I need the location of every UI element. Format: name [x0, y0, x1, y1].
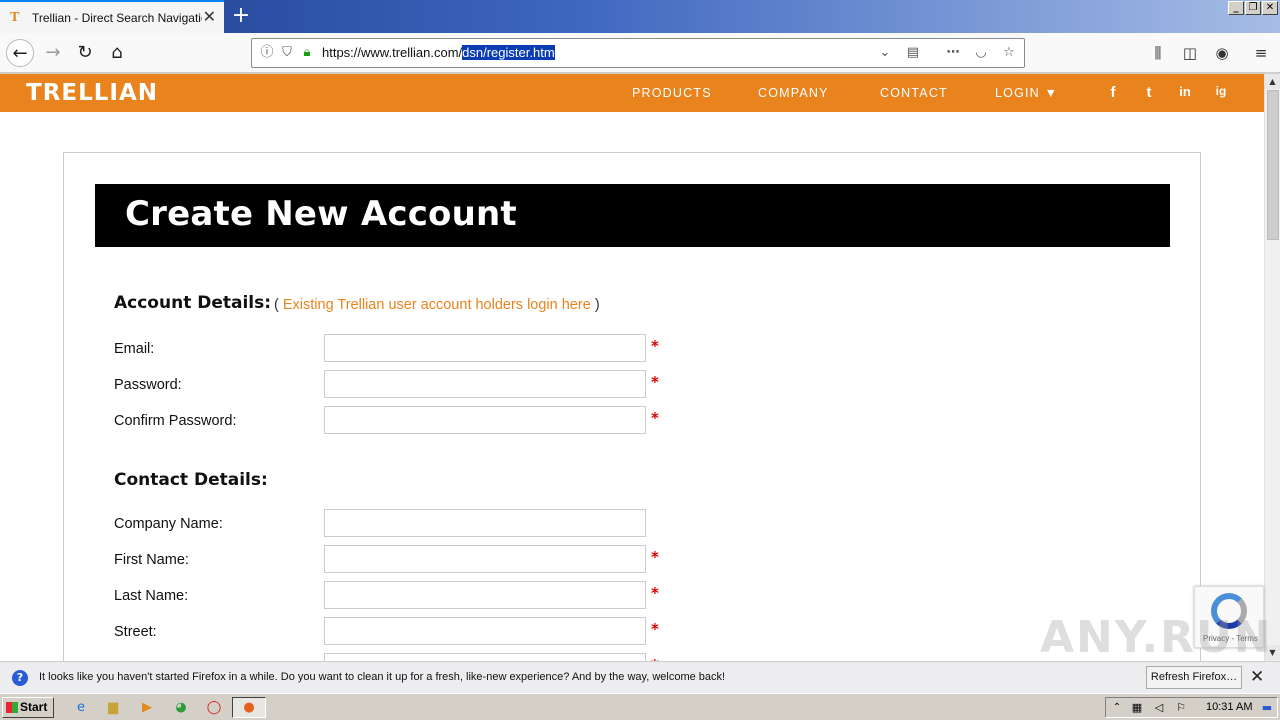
folder-icon[interactable]: ▆	[104, 699, 122, 717]
home-button[interactable]: ⌂	[103, 39, 131, 67]
trellian-favicon-icon: T	[10, 9, 20, 25]
required-marker: *	[651, 620, 659, 638]
trellian-logo[interactable]: TRELLIAN	[26, 80, 158, 106]
email-field[interactable]	[324, 334, 646, 362]
refresh-firefox-button[interactable]: Refresh Firefox…	[1146, 666, 1242, 689]
windows-flag-icon	[6, 702, 18, 713]
url-selected: dsn/register.htm	[462, 45, 555, 60]
required-marker: *	[651, 337, 659, 355]
tab-title: Trellian - Direct Search Navigation	[32, 10, 202, 25]
system-tray: ⌃ ▦ ◁ ⚐ 10:31 AM ▬	[1105, 697, 1278, 718]
nav-contact[interactable]: CONTACT	[880, 86, 948, 100]
info-icon[interactable]: ⓘ	[259, 45, 275, 61]
library-icon[interactable]: ⫼	[1148, 44, 1168, 62]
required-marker: *	[651, 548, 659, 566]
next-field[interactable]	[324, 653, 646, 661]
street-label: Street:	[114, 624, 157, 640]
close-tab-icon[interactable]: ✕	[203, 9, 216, 25]
ie-icon[interactable]: e	[72, 699, 90, 717]
confirm-password-label: Confirm Password:	[114, 413, 237, 429]
nav-products[interactable]: PRODUCTS	[632, 86, 712, 100]
bookmark-star-icon[interactable]: ☆	[1001, 45, 1017, 61]
linkedin-icon[interactable]: in	[1176, 84, 1194, 99]
volume-icon[interactable]: ◁	[1150, 699, 1168, 717]
lock-icon[interactable]: 🔒︎	[299, 45, 315, 61]
hamburger-menu-icon[interactable]: ≡	[1251, 44, 1271, 62]
existing-login-link[interactable]: Existing Trellian user account holders l…	[283, 297, 591, 313]
street-field[interactable]	[324, 617, 646, 645]
contact-details-heading: Contact Details:	[114, 470, 268, 490]
start-label: Start	[20, 700, 48, 714]
scroll-up-icon[interactable]: ▲	[1265, 74, 1280, 89]
close-notification-icon[interactable]: ✕	[1250, 667, 1264, 687]
existing-user-note: ( Existing Trellian user account holders…	[274, 297, 600, 313]
firefox-taskbar-button[interactable]: ●	[232, 697, 266, 718]
new-tab-button[interactable]: +	[230, 3, 252, 29]
twitter-icon[interactable]: t	[1140, 84, 1158, 101]
media-player-icon[interactable]: ▶	[138, 699, 156, 717]
reload-button[interactable]: ↻	[71, 39, 99, 67]
show-desktop-icon[interactable]: ▬	[1258, 699, 1276, 717]
windows-taskbar: Start e ▆ ▶ ◕ ◯ ● ⌃ ▦ ◁ ⚐ 10:31 AM ▬	[0, 693, 1280, 720]
confirm-password-field[interactable]	[324, 406, 646, 434]
password-field[interactable]	[324, 370, 646, 398]
more-icon[interactable]: ⋯	[945, 45, 961, 61]
scroll-thumb[interactable]	[1267, 90, 1279, 240]
paren-open: (	[274, 297, 279, 313]
url-prefix: https://www.trellian.com/	[322, 45, 463, 60]
password-label: Password:	[114, 377, 182, 393]
close-window-button[interactable]: ✕	[1262, 1, 1278, 15]
required-marker: *	[651, 373, 659, 391]
required-marker: *	[651, 409, 659, 427]
page-content: Create New Account Account Details: ( Ex…	[0, 112, 1264, 661]
forward-button[interactable]: →	[39, 39, 67, 67]
anyrun-watermark: ANY.RUN	[1040, 612, 1273, 663]
minimize-button[interactable]: _	[1228, 1, 1244, 15]
facebook-icon[interactable]: f	[1104, 84, 1122, 101]
chrome-icon[interactable]: ◕	[172, 699, 190, 717]
notification-message: It looks like you haven't started Firefo…	[39, 671, 726, 683]
first-name-field[interactable]	[324, 545, 646, 573]
paren-close: )	[594, 297, 600, 313]
browser-nav-bar: ← → ↻ ⌂ ⓘ ⛉ 🔒︎ https://www.trellian.com/…	[0, 33, 1280, 73]
nav-login[interactable]: LOGIN ▼	[995, 86, 1058, 100]
page-title: Create New Account	[125, 194, 517, 234]
shield-icon[interactable]: ⛉	[279, 45, 295, 61]
sidebar-icon[interactable]: ◫	[1180, 44, 1200, 62]
heading-banner: Create New Account	[95, 184, 1170, 247]
first-name-label: First Name:	[114, 552, 189, 568]
account-icon[interactable]: ◉	[1212, 44, 1232, 62]
last-name-field[interactable]	[324, 581, 646, 609]
url-text[interactable]: https://www.trellian.com/dsn/register.ht…	[322, 45, 555, 60]
info-icon: ?	[12, 670, 28, 686]
site-header: TRELLIAN PRODUCTS COMPANY CONTACT LOGIN …	[0, 74, 1264, 112]
required-marker: *	[651, 584, 659, 602]
company-name-label: Company Name:	[114, 516, 223, 532]
action-center-flag-icon[interactable]: ⚐	[1172, 699, 1190, 717]
back-button[interactable]: ←	[6, 39, 34, 67]
tray-expand-icon[interactable]: ⌃	[1108, 699, 1126, 717]
network-icon[interactable]: ▦	[1128, 699, 1146, 717]
account-details-heading: Account Details:	[114, 293, 272, 313]
browser-tab[interactable]: T Trellian - Direct Search Navigation ✕	[0, 0, 224, 33]
opera-icon[interactable]: ◯	[205, 699, 223, 717]
start-button[interactable]: Start	[2, 697, 54, 718]
clock: 10:31 AM	[1206, 701, 1253, 713]
last-name-label: Last Name:	[114, 588, 189, 604]
vertical-scrollbar[interactable]: ▲ ▼	[1264, 74, 1280, 661]
browser-tab-bar: T Trellian - Direct Search Navigation ✕ …	[0, 0, 1280, 33]
firefox-icon: ●	[243, 700, 255, 715]
reader-view-icon[interactable]: ▤	[905, 45, 921, 61]
url-bar[interactable]: ⓘ ⛉ 🔒︎ https://www.trellian.com/dsn/regi…	[251, 38, 1025, 68]
register-card: Create New Account Account Details: ( Ex…	[63, 152, 1201, 661]
nav-company[interactable]: COMPANY	[758, 86, 829, 100]
restore-button[interactable]: ❐	[1245, 1, 1261, 15]
email-label: Email:	[114, 341, 155, 357]
pocket-icon[interactable]: ◡	[973, 45, 989, 61]
instagram-icon[interactable]: ig	[1212, 84, 1230, 98]
company-name-field[interactable]	[324, 509, 646, 537]
chevron-down-icon[interactable]: ⌄	[877, 45, 893, 61]
refresh-notification-bar: ? It looks like you haven't started Fire…	[0, 661, 1280, 693]
